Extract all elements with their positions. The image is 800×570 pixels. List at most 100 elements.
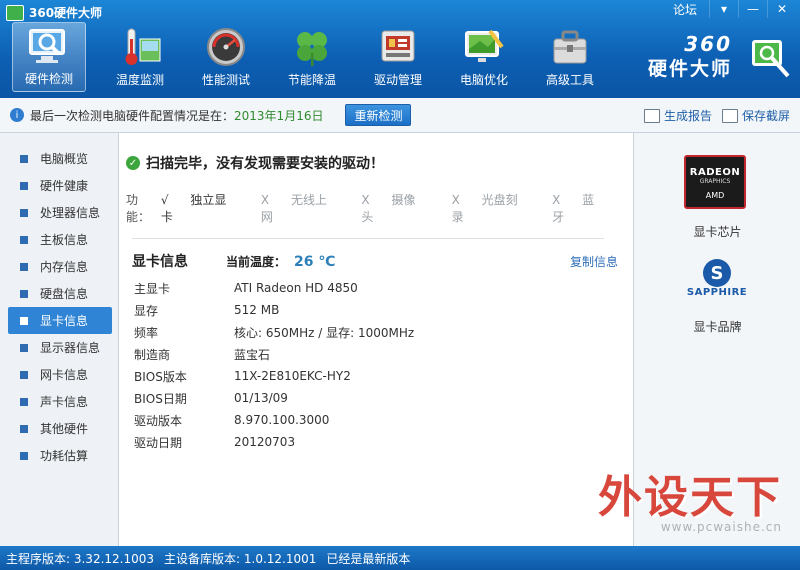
nav-advanced-tools[interactable]: 高级工具: [528, 22, 612, 92]
temperature-label: 当前温度：: [226, 255, 287, 269]
feature-item: X 蓝牙: [552, 193, 595, 224]
menu-dropdown-button[interactable]: ▾: [709, 0, 738, 18]
brand-number: 360: [684, 32, 732, 56]
table-row: 频率 核心: 650MHz / 显存: 1000MHz: [134, 325, 415, 340]
main-content: ✓ 扫描完毕，没有发现需要安装的驱动！ 功能： √ 独立显卡 X 无线上网 X …: [120, 133, 632, 546]
sidebar-item-motherboard[interactable]: 主板信息: [8, 226, 112, 253]
bullet-icon: [20, 262, 28, 271]
nav-label: 硬件检测: [24, 72, 73, 86]
gpu-section-title: 显卡信息: [132, 254, 188, 270]
sidebar-item-monitor[interactable]: 显示器信息: [8, 334, 112, 361]
app-title-text: 360硬件大师: [29, 6, 103, 20]
app-title: 360硬件大师: [6, 4, 102, 21]
bullet-icon: [20, 208, 28, 217]
table-row: 显存 512 MB: [134, 303, 280, 318]
magnifier-logo-icon: [752, 40, 790, 78]
sidebar-item-power[interactable]: 功耗估算: [8, 442, 112, 469]
forum-link[interactable]: 论坛: [673, 1, 697, 18]
main-version: 主程序版本: 3.32.12.1003: [6, 551, 155, 566]
sidebar-item-memory[interactable]: 内存信息: [8, 253, 112, 280]
sidebar-item-cpu[interactable]: 处理器信息: [8, 199, 112, 226]
bullet-icon: [20, 451, 28, 460]
sidebar-item-health[interactable]: 硬件健康: [8, 172, 112, 199]
nav-hardware-detect[interactable]: 硬件检测: [12, 22, 86, 92]
camera-icon: [721, 108, 738, 123]
latest-status: 已经是最新版本: [326, 551, 411, 566]
sidebar-item-gpu[interactable]: 显卡信息: [8, 307, 112, 334]
table-row: 制造商 蓝宝石: [134, 347, 271, 362]
bullet-icon: [20, 343, 28, 352]
bullet-icon: [20, 424, 28, 433]
report-icon: [643, 108, 660, 123]
last-detect-date: 2013年1月16日: [234, 108, 324, 123]
table-row: 主显卡 ATI Radeon HD 4850: [134, 281, 358, 296]
sidebar-item-other[interactable]: 其他硬件: [8, 415, 112, 442]
check-circle-icon: ✓: [126, 156, 140, 170]
scan-message: 扫描完毕，没有发现需要安装的驱动！: [146, 156, 384, 172]
title-bar: 360硬件大师 论坛 ▾ — ✕ 硬件检测 温度监测 性能测试 节能降温 驱动管…: [0, 0, 800, 98]
table-row: BIOS版本 11X-2E810EKC-HY2: [134, 369, 351, 384]
feature-item: X 光盘刻录: [451, 193, 518, 224]
watermark-text: 外设天下: [598, 472, 782, 523]
thermometer-icon: [125, 28, 161, 65]
watermark: 外设天下 www.pcwaishe.cn: [598, 472, 782, 535]
nav-label: 性能测试: [201, 73, 250, 87]
sidebar-item-overview[interactable]: 电脑概览: [8, 145, 112, 172]
status-bar: 主程序版本: 3.32.12.1003 主设备库版本: 1.0.12.1001 …: [0, 546, 800, 570]
sidebar-item-disk[interactable]: 硬盘信息: [8, 280, 112, 307]
nav-performance-test[interactable]: 性能测试: [184, 22, 268, 92]
toolbox-icon: [553, 30, 587, 64]
main-nav: 硬件检测 温度监测 性能测试 节能降温 驱动管理 电脑优化 高级工具: [12, 22, 614, 92]
divider: [132, 238, 604, 239]
nav-label: 节能降温: [287, 73, 336, 87]
bullet-icon: [20, 370, 28, 379]
nav-driver-management[interactable]: 驱动管理: [356, 22, 440, 92]
feature-item: √ 独立显卡: [160, 193, 227, 224]
table-row: BIOS日期 01/13/09: [134, 391, 288, 406]
features-label: 功能：: [126, 193, 151, 224]
monitor-brush-icon: [465, 29, 504, 62]
feature-item: X 无线上网: [260, 193, 327, 224]
nav-label: 温度监测: [115, 73, 164, 87]
app-logo-icon: [6, 4, 24, 21]
gpu-chip-label: 显卡芯片: [693, 225, 742, 239]
nav-temperature-monitor[interactable]: 温度监测: [98, 22, 182, 92]
scan-result: ✓ 扫描完毕，没有发现需要安装的驱动！: [126, 153, 384, 173]
bullet-icon: [20, 154, 28, 163]
brand-name: 硬件大师: [647, 58, 732, 80]
clover-icon: [297, 32, 327, 66]
bullet-icon: [20, 316, 28, 325]
driver-board-icon: [381, 30, 415, 62]
sidebar: 电脑概览 硬件健康 处理器信息 主板信息 内存信息 硬盘信息 显卡信息 显示器信…: [0, 133, 119, 546]
bullet-icon: [20, 235, 28, 244]
speedometer-icon: [207, 28, 245, 66]
nav-label: 电脑优化: [459, 73, 508, 87]
last-detect-text: 最后一次检测电脑硬件配置情况是在：2013年1月16日: [30, 108, 324, 123]
sidebar-item-sound[interactable]: 声卡信息: [8, 388, 112, 415]
redetect-button[interactable]: 重新检测: [345, 104, 412, 126]
bullet-icon: [20, 181, 28, 190]
gpu-spec-table: 主显卡 ATI Radeon HD 4850 显存 512 MB 频率 核心: 650…: [134, 277, 414, 453]
window-controls: 论坛 ▾ — ✕: [673, 0, 796, 18]
minimize-button[interactable]: —: [738, 0, 767, 18]
feature-list: 功能： √ 独立显卡 X 无线上网 X 摄像头 X 光盘刻录 X 蓝牙: [126, 191, 632, 225]
sapphire-logo-icon: S SAPPHIRE: [682, 259, 752, 303]
table-row: 驱动日期 20120703: [134, 435, 296, 450]
info-icon: i: [10, 108, 24, 122]
nav-energy-saving[interactable]: 节能降温: [270, 22, 354, 92]
temperature-value: 26 ℃: [294, 254, 336, 270]
radeon-logo-icon: RADEON GRAPHICS AMD: [684, 155, 746, 209]
bullet-icon: [20, 397, 28, 406]
monitor-magnifier-icon: [29, 29, 65, 63]
gpu-header: 显卡信息 当前温度： 26 ℃ 复制信息: [132, 251, 618, 271]
bullet-icon: [20, 289, 28, 298]
db-version: 主设备库版本: 1.0.12.1001: [164, 551, 317, 566]
info-bar: i 最后一次检测电脑硬件配置情况是在：2013年1月16日 重新检测 生成报告 …: [0, 98, 800, 133]
nav-pc-optimize[interactable]: 电脑优化: [442, 22, 526, 92]
copy-info-link[interactable]: 复制信息: [570, 253, 618, 270]
generate-report-button[interactable]: 生成报告: [643, 107, 712, 124]
sidebar-item-network[interactable]: 网卡信息: [8, 361, 112, 388]
save-screenshot-button[interactable]: 保存截屏: [721, 107, 790, 124]
nav-label: 高级工具: [545, 73, 594, 87]
close-button[interactable]: ✕: [767, 0, 796, 18]
